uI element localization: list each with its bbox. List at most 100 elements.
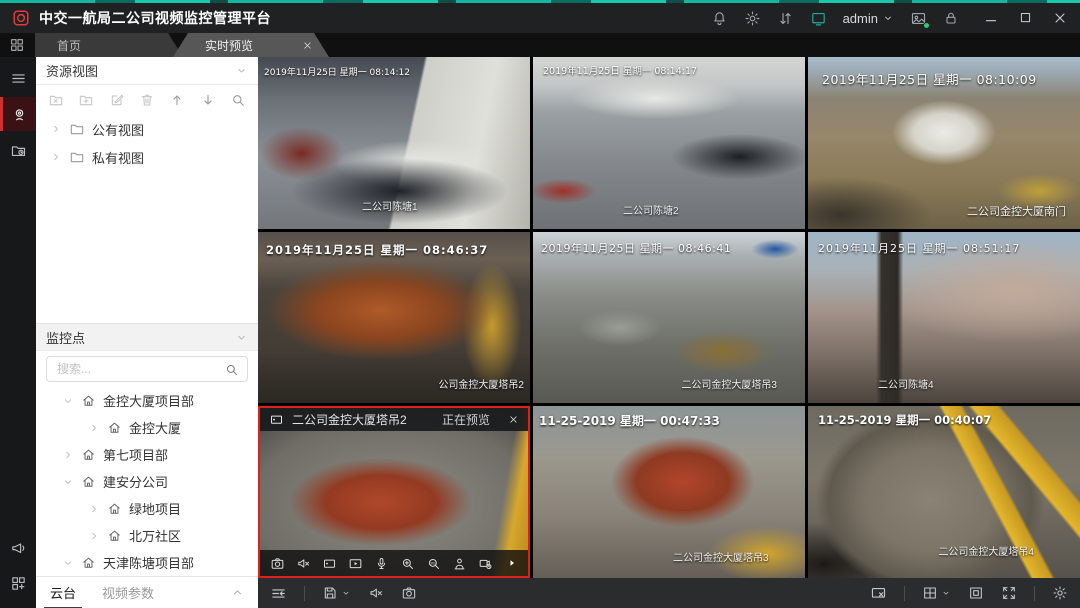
settings-icon[interactable] <box>744 10 761 27</box>
talk-icon[interactable] <box>374 556 389 571</box>
tree-item[interactable]: 金控大厦项目部 <box>36 387 258 414</box>
left-rail <box>0 57 36 608</box>
tree-item[interactable]: 金控大厦 <box>36 414 258 441</box>
video-cell-1[interactable]: 2019年11月25日 星期一 08:14:12 二公司陈塘1 <box>258 57 530 229</box>
move-down-icon[interactable] <box>200 92 216 108</box>
camera-name-overlay: 二公司陈塘4 <box>878 376 934 391</box>
collapse-panel-icon[interactable] <box>270 585 287 602</box>
screen-share-icon[interactable] <box>810 10 827 27</box>
chevron-right-icon[interactable] <box>62 449 74 461</box>
video-cell-4[interactable]: 2019年11月25日 星期一 08:46:37 公司金控大厦塔吊2 <box>258 232 530 404</box>
tab-home[interactable]: 首页 <box>35 33 183 57</box>
record-icon[interactable] <box>322 556 337 571</box>
chevron-right-icon[interactable] <box>88 530 100 542</box>
mute-icon[interactable] <box>296 556 311 571</box>
video-cell-9[interactable]: 11-25-2019 星期一 00:40:07 二公司金控大厦塔吊4 <box>808 406 1080 578</box>
chevron-down-icon[interactable] <box>62 476 74 488</box>
rail-camera-preview[interactable] <box>0 97 36 131</box>
snapshot-all-icon[interactable] <box>401 585 417 601</box>
add-view-icon[interactable] <box>78 92 94 108</box>
chevron-down-icon <box>882 12 894 24</box>
settings-icon[interactable] <box>1052 585 1068 601</box>
video-cell-selected[interactable]: 二公司金控大厦塔吊2 正在预览 <box>258 406 530 578</box>
rail-record-files[interactable] <box>0 133 36 167</box>
home-icon <box>81 393 96 408</box>
home-icon <box>107 420 122 435</box>
close-all-icon[interactable] <box>870 585 887 602</box>
camera-name-overlay: 二公司陈塘1 <box>362 198 418 213</box>
chevron-right-icon[interactable] <box>50 151 62 163</box>
notifications-icon[interactable] <box>711 10 728 27</box>
tree-item[interactable]: 第七项目部 <box>36 441 258 468</box>
user-menu[interactable]: admin <box>843 11 894 26</box>
move-up-icon[interactable] <box>169 92 185 108</box>
remove-view-icon[interactable] <box>48 92 64 108</box>
tree-item-private-views[interactable]: 私有视图 <box>36 143 258 171</box>
session-status[interactable] <box>910 10 927 27</box>
layout-select-button[interactable] <box>922 585 951 601</box>
monitor-tree: 金控大厦项目部 金控大厦 第七项目部 建安分公司 <box>36 387 258 576</box>
rail-menu[interactable] <box>0 61 36 95</box>
home-icon <box>107 528 122 543</box>
folder-icon <box>69 121 85 137</box>
video-cell-6[interactable]: 2019年11月25日 星期一 08:51:17 二公司陈塘4 <box>808 232 1080 404</box>
chevron-right-icon[interactable] <box>88 503 100 515</box>
tree-item[interactable]: 北万社区 <box>36 522 258 549</box>
more-tools-icon[interactable] <box>506 557 518 569</box>
selected-camera-name: 二公司金控大厦塔吊2 <box>292 411 407 428</box>
tree-item-public-views[interactable]: 公有视图 <box>36 115 258 143</box>
save-view-button[interactable] <box>322 585 351 601</box>
broadcast-icon <box>10 539 27 556</box>
tab-live-preview[interactable]: 实时预览 <box>173 33 329 57</box>
search-input[interactable] <box>55 361 218 377</box>
tree-item[interactable]: 绿地项目 <box>36 495 258 522</box>
zoom-in-icon[interactable] <box>400 556 415 571</box>
rail-add-layout[interactable] <box>0 566 36 600</box>
chevron-down-icon[interactable] <box>62 557 74 569</box>
timestamp-overlay: 2019年11月25日 星期一 08:14:12 <box>264 65 410 78</box>
tree-item[interactable]: 天津陈塘项目部 <box>36 549 258 576</box>
instant-playback-icon[interactable] <box>348 556 363 571</box>
single-screen-icon[interactable] <box>968 585 984 601</box>
resource-view-header[interactable]: 资源视图 <box>36 57 258 85</box>
video-cell-3[interactable]: 2019年11月25日 星期一 08:10:09 二公司金控大厦南门 <box>808 57 1080 229</box>
rail-broadcast[interactable] <box>0 530 36 564</box>
chevron-right-icon[interactable] <box>50 123 62 135</box>
selected-cell-header: 二公司金控大厦塔吊2 正在预览 <box>260 408 528 431</box>
edit-view-icon[interactable] <box>109 92 125 108</box>
locate-icon[interactable] <box>452 556 467 571</box>
snapshot-icon[interactable] <box>270 556 285 571</box>
lock-icon[interactable] <box>943 10 959 26</box>
video-cell-2[interactable]: 2019年11月25日 星期一 08:14:17 二公司陈塘2 <box>533 57 805 229</box>
monitor-points-header[interactable]: 监控点 <box>36 323 258 351</box>
camera-name-overlay: 二公司金控大厦塔吊3 <box>673 549 769 564</box>
tab-close-icon[interactable] <box>302 40 313 51</box>
chevron-right-icon[interactable] <box>88 422 100 434</box>
search-icon[interactable] <box>224 362 239 377</box>
fullscreen-icon[interactable] <box>1001 585 1017 601</box>
chevron-up-icon[interactable] <box>231 586 244 599</box>
app-window: 中交一航局二公司视频监控管理平台 admin 首页 <box>0 0 1080 608</box>
home-icon <box>81 474 96 489</box>
tab-bar: 首页 实时预览 <box>0 33 1080 57</box>
video-area: 2019年11月25日 星期一 08:14:12 二公司陈塘1 2019年11月… <box>258 57 1080 608</box>
tab-ptz[interactable]: 云台 <box>50 583 76 602</box>
mute-all-icon[interactable] <box>368 585 384 601</box>
delete-view-icon[interactable] <box>139 92 155 108</box>
3d-zoom-icon[interactable] <box>426 556 441 571</box>
tour-icon[interactable] <box>478 556 493 571</box>
video-cell-5[interactable]: 2019年11月25日 星期一 08:46:41 二公司金控大厦塔吊3 <box>533 232 805 404</box>
tab-overview-icon[interactable] <box>9 37 25 53</box>
tree-item[interactable]: 建安分公司 <box>36 468 258 495</box>
search-box <box>46 356 248 382</box>
timestamp-overlay: 2019年11月25日 星期一 08:46:37 <box>266 242 488 258</box>
chevron-down-icon[interactable] <box>62 395 74 407</box>
close-button[interactable] <box>1052 10 1068 26</box>
sort-icon[interactable] <box>777 10 794 27</box>
minimize-button[interactable] <box>983 10 999 26</box>
search-icon[interactable] <box>230 92 246 108</box>
tab-video-params[interactable]: 视频参数 <box>102 583 154 602</box>
video-cell-8[interactable]: 11-25-2019 星期一 00:47:33 二公司金控大厦塔吊3 <box>533 406 805 578</box>
close-preview-icon[interactable] <box>508 414 519 425</box>
maximize-button[interactable] <box>1018 10 1033 25</box>
